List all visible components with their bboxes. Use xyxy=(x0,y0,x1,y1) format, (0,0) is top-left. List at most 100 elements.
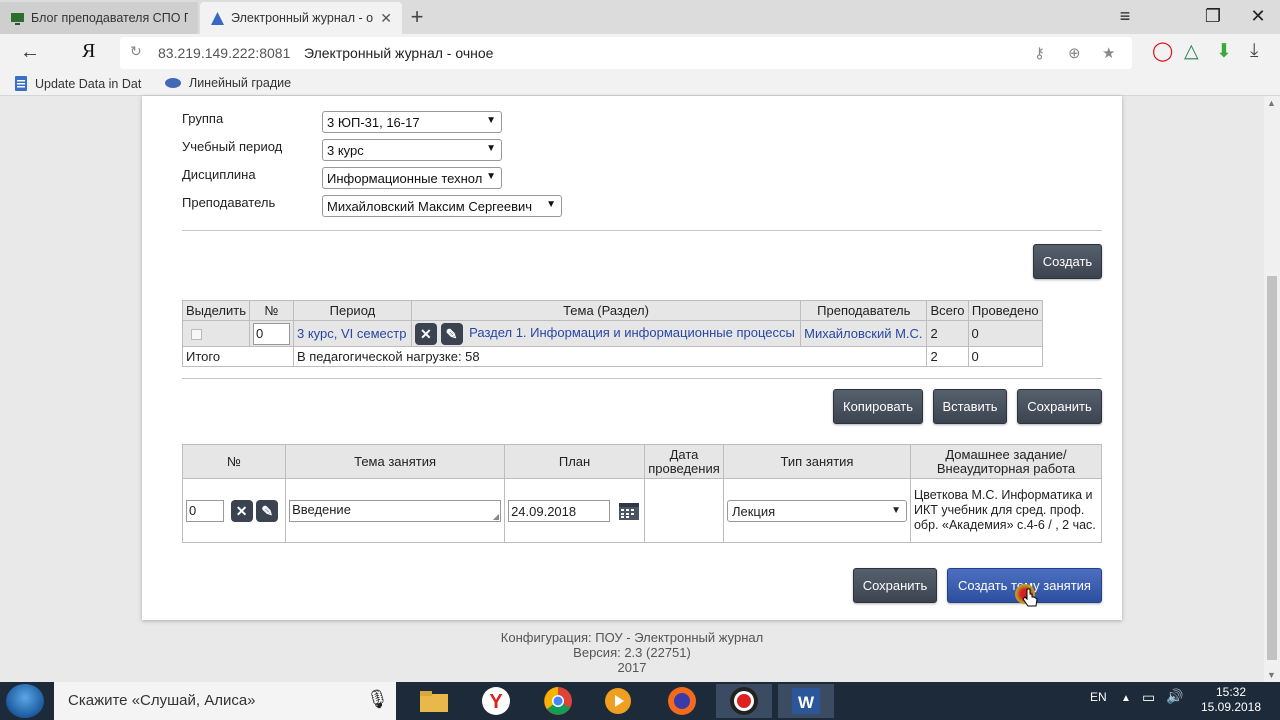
col-homework: Домашнее задание/ Внеаудиторная работа xyxy=(909,444,1103,479)
yandex-browser-app-icon[interactable]: Y xyxy=(468,684,524,718)
calendar-icon[interactable] xyxy=(618,501,640,521)
discipline-select[interactable]: Информационные технол ▼ xyxy=(322,167,502,189)
copy-button[interactable]: Копировать xyxy=(833,389,923,424)
star-icon[interactable]: ★ xyxy=(1102,44,1115,62)
scrollbar-thumb[interactable] xyxy=(1267,276,1277,660)
edit-icon[interactable]: ✎ xyxy=(256,499,279,522)
explorer-app-icon[interactable] xyxy=(406,684,462,718)
col-topic: Тема (Раздел) xyxy=(410,300,802,321)
period-select[interactable]: 3 курс ▼ xyxy=(322,139,502,161)
back-arrow-icon[interactable]: ← xyxy=(20,41,40,64)
yandex-icon: Y xyxy=(482,687,510,715)
save-topics-button[interactable]: Сохранить xyxy=(1017,389,1102,424)
resize-grip-icon[interactable]: ◢ xyxy=(493,512,499,521)
tab-label: Электронный журнал - о xyxy=(231,11,374,25)
extension-icon[interactable]: △ xyxy=(1184,40,1199,63)
download-helper-icon[interactable]: ⬇ xyxy=(1216,40,1232,63)
yandex-logo[interactable]: Я xyxy=(82,40,95,63)
volume-icon[interactable]: 🔊 xyxy=(1166,688,1183,705)
triangle-logo-icon xyxy=(211,11,224,25)
totals-total: 2 xyxy=(926,346,969,367)
network-icon[interactable]: ▭ xyxy=(1142,689,1155,706)
lesson-type-select[interactable]: Лекция ▼ xyxy=(726,499,907,522)
play-icon xyxy=(605,688,631,714)
discipline-select-value: Информационные технол xyxy=(327,171,483,186)
close-window-icon[interactable]: ✕ xyxy=(1245,4,1271,30)
bookmark-update-data[interactable]: Update Data in Dat xyxy=(14,76,146,91)
paste-button[interactable]: Вставить xyxy=(933,389,1007,424)
restore-window-icon[interactable]: ❐ xyxy=(1200,4,1226,30)
divider xyxy=(182,378,1102,379)
taskbar: Скажите «Слушай, Алиса» 🎙 Y W EN ▲ ▭ 🔊 1… xyxy=(0,682,1280,720)
totals-load: В педагогической нагрузке: 58 xyxy=(292,346,928,367)
homework-cell[interactable]: Цветкова М.С. Информатика и ИКТ учебник … xyxy=(909,478,1103,543)
reload-icon[interactable]: ↻ xyxy=(130,43,142,60)
group-select-value: 3 ЮП-31, 16-17 xyxy=(327,115,420,130)
tray-expand-icon[interactable]: ▲ xyxy=(1121,693,1131,704)
totals-done: 0 xyxy=(967,346,1044,367)
lesson-topic-value: Введение xyxy=(292,501,351,517)
firefox-icon xyxy=(668,687,696,715)
clock[interactable]: 15:32 15.09.2018 xyxy=(1196,685,1266,715)
footer-config: Конфигурация: ПОУ - Электронный журнал xyxy=(500,630,764,645)
url-field[interactable]: ↻ 83.219.149.222:8081 Электронный журнал… xyxy=(120,37,1132,69)
group-label: Группа xyxy=(182,111,224,126)
actual-date-cell xyxy=(644,478,724,543)
search-text: Скажите «Слушай, Алиса» xyxy=(68,692,256,709)
downloads-icon[interactable]: ⤓ xyxy=(1250,40,1258,62)
edit-icon[interactable]: ✎ xyxy=(440,322,463,345)
delete-icon[interactable]: ✕ xyxy=(230,499,253,522)
row-teacher-link[interactable]: Михайловский М.С. xyxy=(804,326,922,341)
language-indicator[interactable]: EN xyxy=(1090,690,1107,704)
lesson-topic-textarea[interactable]: Введение ◢ xyxy=(289,499,502,522)
col-period: Период xyxy=(292,300,412,321)
clock-date: 15.09.2018 xyxy=(1200,700,1262,714)
tab-journal[interactable]: Электронный журнал - о ✕ xyxy=(200,2,402,34)
new-tab-icon[interactable]: + xyxy=(406,4,428,30)
menu-icon[interactable]: ≡ xyxy=(1112,4,1138,30)
opera-ext-icon[interactable]: ◯ xyxy=(1152,40,1173,63)
start-button[interactable] xyxy=(6,684,44,718)
scroll-down-icon[interactable]: ▼ xyxy=(1267,670,1276,680)
page-scrollbar[interactable]: ▲ ▼ xyxy=(1264,96,1280,682)
lesson-type-value: Лекция xyxy=(731,503,776,519)
chrome-icon xyxy=(544,687,572,715)
chrome-app-icon[interactable] xyxy=(530,684,586,718)
document-icon xyxy=(15,76,27,91)
lesson-number-input[interactable]: 0 xyxy=(186,499,224,522)
teacher-label: Преподаватель xyxy=(182,195,276,210)
group-select[interactable]: 3 ЮП-31, 16-17 ▼ xyxy=(322,111,502,133)
col-teacher: Преподаватель xyxy=(800,300,928,321)
url-page-title: Электронный журнал - очное xyxy=(304,45,494,61)
hand-cursor-icon xyxy=(1022,588,1038,607)
recorder-app-icon[interactable] xyxy=(716,684,772,718)
teacher-select-value: Михайловский Максим Сергеевич xyxy=(327,199,533,214)
chevron-down-icon: ▼ xyxy=(486,171,496,182)
tab-blog[interactable]: Блог преподавателя СПО П xyxy=(0,2,198,34)
media-player-app-icon[interactable] xyxy=(590,684,646,718)
table-header-row: Выделить № Период Тема (Раздел) Преподав… xyxy=(182,300,1044,321)
translate-icon[interactable]: ⊕ xyxy=(1068,44,1081,62)
word-app-icon[interactable]: W xyxy=(778,684,834,718)
row-select-checkbox[interactable] xyxy=(191,329,202,341)
topics-table: Выделить № Период Тема (Раздел) Преподав… xyxy=(182,300,1044,367)
bookmark-linear-gradient[interactable]: Линейный градие xyxy=(164,76,298,90)
row-done: 0 xyxy=(967,320,1044,347)
close-tab-icon[interactable]: ✕ xyxy=(380,10,392,27)
scroll-up-icon[interactable]: ▲ xyxy=(1267,98,1276,108)
col-lesson-type: Тип занятия xyxy=(722,444,911,479)
save-lessons-button[interactable]: Сохранить xyxy=(853,568,937,603)
plan-date-input[interactable]: 24.09.2018 xyxy=(508,499,611,522)
microphone-icon[interactable]: 🎙 xyxy=(366,689,389,710)
delete-icon[interactable]: ✕ xyxy=(414,322,437,345)
teacher-select[interactable]: Михайловский Максим Сергеевич ▼ xyxy=(322,195,562,217)
row-period-link[interactable]: 3 курс, VI семестр xyxy=(297,326,406,341)
key-icon[interactable]: ⚷ xyxy=(1034,44,1045,62)
create-button[interactable]: Создать xyxy=(1033,244,1102,279)
row-number-input[interactable]: 0 xyxy=(252,322,290,345)
firefox-app-icon[interactable] xyxy=(654,684,710,718)
totals-row: Итого В педагогической нагрузке: 58 2 0 xyxy=(182,346,1044,367)
row-topic-link[interactable]: Раздел 1. Информация и информационные пр… xyxy=(469,325,795,340)
taskbar-search[interactable]: Скажите «Слушай, Алиса» 🎙 xyxy=(54,682,396,720)
svg-text:Y: Y xyxy=(489,691,503,713)
